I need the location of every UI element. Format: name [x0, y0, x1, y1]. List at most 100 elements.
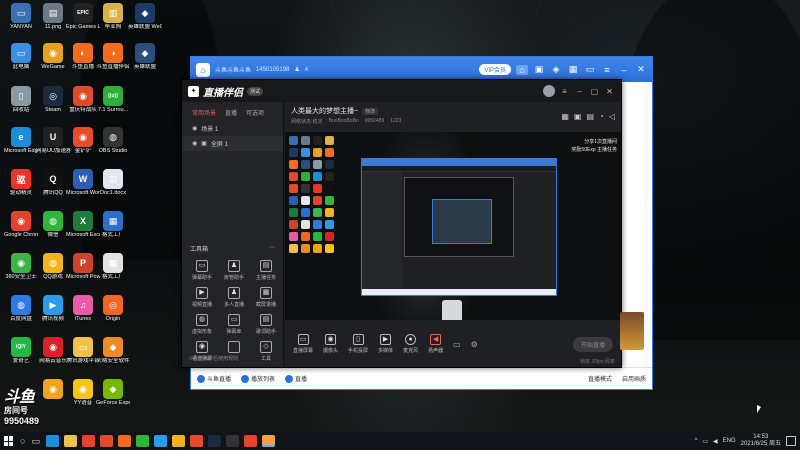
gamepad-icon[interactable]: ◈	[550, 64, 562, 75]
taskbar-app-icon[interactable]	[225, 435, 239, 447]
network-icon[interactable]: ▭	[702, 438, 708, 445]
desktop-icon[interactable]: ▶ 腾讯视频	[36, 294, 70, 334]
record-icon[interactable]: ▭	[453, 340, 461, 349]
clock[interactable]: 14:53 2021/6/25 周五	[741, 434, 781, 448]
volume-icon[interactable]: ◀	[713, 438, 718, 445]
desktop-icon[interactable]: e Microsoft Edge	[4, 126, 38, 166]
bottom-right-item[interactable]: 启用画质	[622, 374, 646, 383]
tab-live[interactable]: 直播	[225, 108, 237, 117]
desktop-icon[interactable]: ▭ YANYAN	[4, 2, 38, 42]
share-icon[interactable]: ◁	[609, 112, 615, 121]
desktop-icon[interactable]: WMicrosoft Word 2010	[66, 168, 100, 208]
desktop-icon[interactable]: ◆ 英雄联盟	[128, 42, 162, 82]
tool-item[interactable]: ▭ 弹幕助手	[186, 260, 218, 281]
camera-button[interactable]: ◉ 摄像头	[323, 334, 338, 354]
lock-icon[interactable]: ▣	[201, 140, 207, 147]
bottom-right-item[interactable]: 直播模式	[588, 374, 612, 383]
tab-options[interactable]: 可选项	[246, 108, 264, 117]
stream-preview[interactable]: 分享1次直播间 奖励50Exp 主播任务	[285, 132, 621, 320]
taskbar-app-icon[interactable]	[171, 435, 185, 447]
scene-item[interactable]: ◉ ▣ 全屏 1	[182, 136, 283, 151]
desktop-icon[interactable]: ▤ 11.png	[36, 2, 70, 42]
bottom-item[interactable]: 播放列表	[241, 374, 275, 383]
desktop-icon[interactable]: ▥ 毕业照	[96, 2, 130, 42]
eye-icon[interactable]: ◉	[192, 125, 197, 132]
desktop-icon[interactable]: ▯ 回收站	[4, 85, 38, 125]
desktop-icon[interactable]: ◑ 斗鱼直播伴侣	[96, 42, 130, 82]
promo-banner[interactable]	[620, 312, 644, 350]
folder-icon[interactable]: ▤	[586, 112, 594, 121]
bottom-item[interactable]: 直播	[285, 374, 307, 383]
close-icon[interactable]: ✕	[604, 87, 615, 96]
lock-icon[interactable]: ▣	[574, 112, 582, 121]
lock-icon[interactable]: ▣	[533, 64, 545, 75]
taskbar-app-icon[interactable]	[207, 435, 221, 447]
avatar[interactable]	[543, 85, 555, 97]
tool-item[interactable]: ♟ 多人直播	[218, 287, 250, 308]
desktop-icon[interactable]: ▦ 格式工厂	[96, 252, 130, 292]
desktop-icon[interactable]: ◍ OBS Studio	[96, 126, 130, 166]
desktop-icon[interactable]: ▦ 格式工厂	[96, 210, 130, 250]
media-button[interactable]: ▶ 多媒体	[378, 334, 393, 354]
tab-scenes[interactable]: 常用场景	[192, 108, 216, 117]
taskbar-app-icon[interactable]	[63, 435, 77, 447]
language-indicator[interactable]: ENG	[723, 438, 736, 444]
taskbar-app-icon[interactable]	[135, 435, 149, 447]
gift-icon[interactable]: ▦	[561, 112, 569, 121]
desktop-icon[interactable]: ◐ 斗鱼直播	[66, 42, 100, 82]
desktop-icon[interactable]: ◆GeForce Experience	[96, 378, 130, 418]
desktop-icon[interactable]: ((o)) 7.1 Surrou...	[96, 85, 130, 125]
taskbar-app-icon[interactable]	[261, 435, 275, 447]
start-live-button[interactable]: 开始直播	[572, 336, 613, 352]
footer-link[interactable]: 斗鱼直播伴侣使用规则	[188, 355, 238, 362]
desktop-icon[interactable]: ◉ 金铲铲	[66, 126, 100, 166]
tool-item[interactable]: ▶ 视频直播	[186, 287, 218, 308]
message-icon[interactable]: ▭	[584, 64, 596, 75]
tool-item[interactable]: ◇ 工具	[250, 341, 282, 362]
taskbar-app-icon[interactable]	[45, 435, 59, 447]
search-icon[interactable]: ○	[20, 436, 25, 446]
desktop-icon[interactable]: U 网易UU加速器	[36, 126, 70, 166]
scene-group[interactable]: ◉ 场景 1	[182, 121, 283, 136]
tray-arrow-icon[interactable]: ^	[694, 438, 697, 444]
more-icon[interactable]: ⋯	[269, 244, 275, 253]
desktop-icon[interactable]: ▭ 此电脑	[4, 42, 38, 82]
windows-start-icon[interactable]	[4, 436, 14, 446]
home-tab-icon[interactable]: ⌂	[516, 64, 528, 75]
desktop-icon[interactable]: ◍ QQ游戏	[36, 252, 70, 292]
desktop-icon[interactable]: ♫ iTunes	[66, 294, 100, 334]
edit-title-button[interactable]: 修改	[362, 107, 379, 115]
taskbar-app-icon[interactable]	[153, 435, 167, 447]
vip-pill[interactable]: VIP会员	[479, 64, 511, 75]
minimize-icon[interactable]: –	[618, 65, 630, 75]
menu-icon[interactable]: ≡	[601, 65, 613, 75]
screen-capture-button[interactable]: ▭ 直播屏幕	[293, 334, 313, 354]
bottom-item[interactable]: 斗鱼直播	[197, 374, 231, 383]
desktop-icon[interactable]: EPICEpic Games Launcher	[66, 2, 100, 42]
desktop-icon[interactable]: iQIY 爱奇艺	[4, 336, 38, 376]
microphone-button[interactable]: ● 麦克风	[403, 334, 418, 354]
settings-icon[interactable]: ⚙	[471, 340, 478, 349]
desktop-icon[interactable]: ◆ 火绒安全软件	[96, 336, 130, 376]
tool-item[interactable]: ◍ 虚拟形象	[186, 314, 218, 335]
phone-cast-button[interactable]: ▯ 手机投屏	[348, 334, 368, 354]
desktop-icon[interactable]: ◉ WeGame	[36, 42, 70, 82]
minimize-icon[interactable]: –	[574, 87, 585, 96]
taskbar-app-icon[interactable]	[243, 435, 257, 447]
desktop-icon[interactable]: ◎ Origin	[96, 294, 130, 334]
notification-icon[interactable]	[786, 436, 796, 446]
home-icon[interactable]: ⌂	[196, 62, 210, 77]
desktop-icon[interactable]: ◉ YY语音	[66, 378, 100, 418]
close-icon[interactable]: ✕	[635, 64, 647, 75]
task-view-icon[interactable]: ▭	[31, 436, 40, 447]
tool-item[interactable]: ▤ 歌词助手	[250, 314, 282, 335]
desktop-icon[interactable]: XMicrosoft Excel 2010	[66, 210, 100, 250]
desktop-icon[interactable]: ▭ 腾讯游戏平台	[66, 336, 100, 376]
tool-item[interactable]: ▤ 主播任务	[250, 260, 282, 281]
desktop-icon[interactable]: ◉Google Chrome	[4, 210, 38, 250]
desktop-icon[interactable]: ◍ 百度网盘	[4, 294, 38, 334]
eye-icon[interactable]: ◉	[192, 140, 197, 147]
tool-item[interactable]: ♟ 房管助手	[218, 260, 250, 281]
desktop-icon[interactable]: ◎ Steam	[36, 85, 70, 125]
taskbar-app-icon[interactable]	[81, 435, 95, 447]
